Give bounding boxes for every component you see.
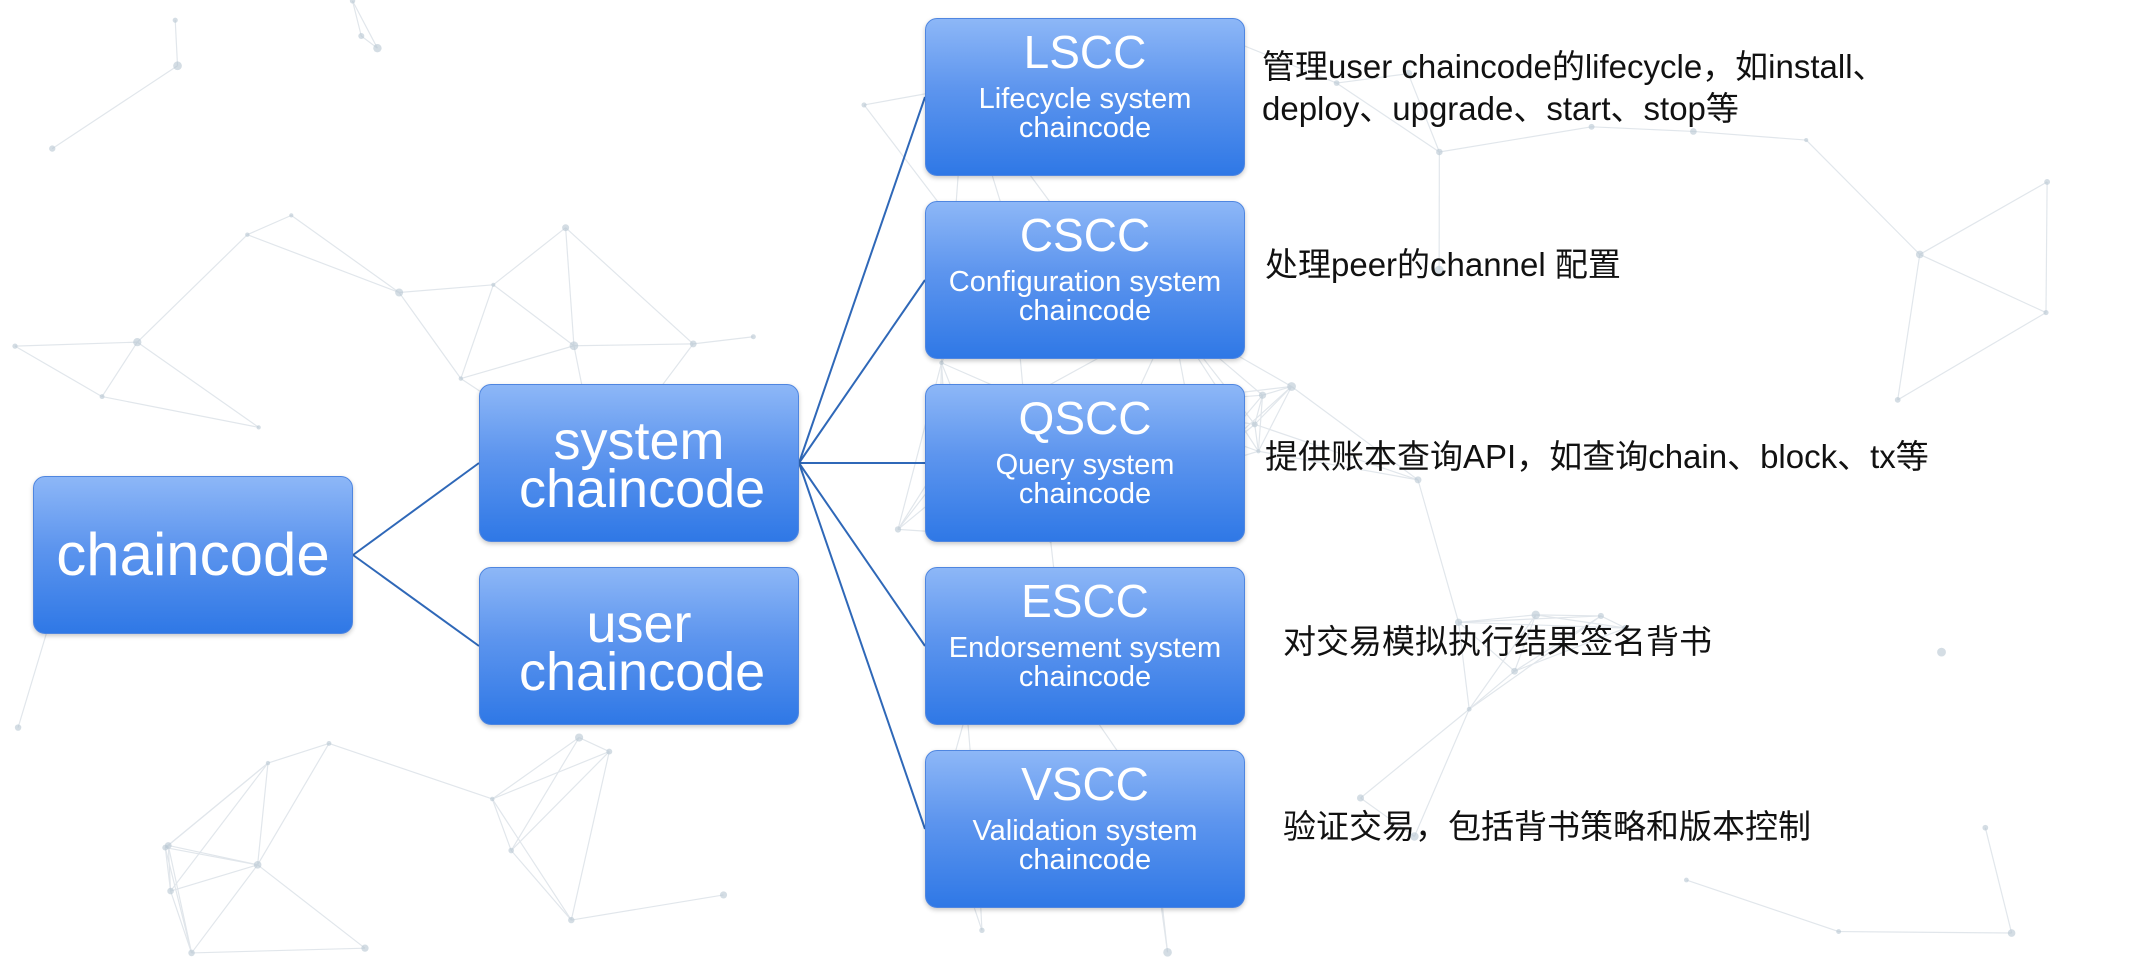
- leaf-node-vscc: VSCC Validation system chaincode: [925, 750, 1245, 908]
- group-node-user: user chaincode: [479, 567, 799, 725]
- leaf-node-subtitle: Query system chaincode: [995, 449, 1175, 510]
- escc-description: 对交易模拟执行结果签名背书: [1283, 623, 1712, 660]
- leaf-node-title: ESCC: [1021, 575, 1149, 627]
- leaf-node-title: CSCC: [1019, 209, 1151, 261]
- group-node-system: system chaincode: [479, 384, 799, 542]
- connector-system-lscc: [798, 96, 926, 464]
- root-node-label: chaincode: [56, 521, 330, 588]
- leaf-node-subtitle: Configuration system chaincode: [948, 266, 1222, 327]
- leaf-node-title: QSCC: [1018, 392, 1152, 444]
- vscc-description: 验证交易，包括背书策略和版本控制: [1283, 808, 1811, 845]
- leaf-node-escc: ESCC Endorsement system chaincode: [925, 567, 1245, 725]
- connector-root-user: [352, 554, 480, 647]
- root-node-chaincode: chaincode: [33, 476, 353, 634]
- qscc-description: 提供账本查询API，如查询chain、block、tx等: [1265, 438, 1929, 475]
- lscc-description-line: 管理user chaincode的lifecycle，如install、: [1262, 48, 1886, 85]
- leaf-node-subtitle: Endorsement system chaincode: [948, 632, 1222, 693]
- leaf-node-lscc: LSCC Lifecycle system chaincode: [925, 18, 1245, 176]
- group-node-label: system chaincode: [519, 411, 766, 519]
- connector-root-system: [352, 462, 480, 556]
- lscc-description-line: deploy、upgrade、start、stop等: [1262, 90, 1739, 127]
- group-node-label: user chaincode: [519, 594, 766, 702]
- leaf-node-qscc: QSCC Query system chaincode: [925, 384, 1245, 542]
- connector-system-cscc: [798, 279, 926, 464]
- leaf-node-cscc: CSCC Configuration system chaincode: [925, 201, 1245, 359]
- connector-system-escc: [798, 462, 926, 647]
- leaf-node-subtitle: Validation system chaincode: [972, 815, 1198, 876]
- cscc-description: 处理peer的channel 配置: [1265, 246, 1621, 283]
- leaf-node-title: LSCC: [1023, 26, 1147, 78]
- connector-system-vscc: [798, 462, 926, 830]
- leaf-node-title: VSCC: [1021, 758, 1149, 810]
- leaf-node-subtitle: Lifecycle system chaincode: [978, 83, 1192, 144]
